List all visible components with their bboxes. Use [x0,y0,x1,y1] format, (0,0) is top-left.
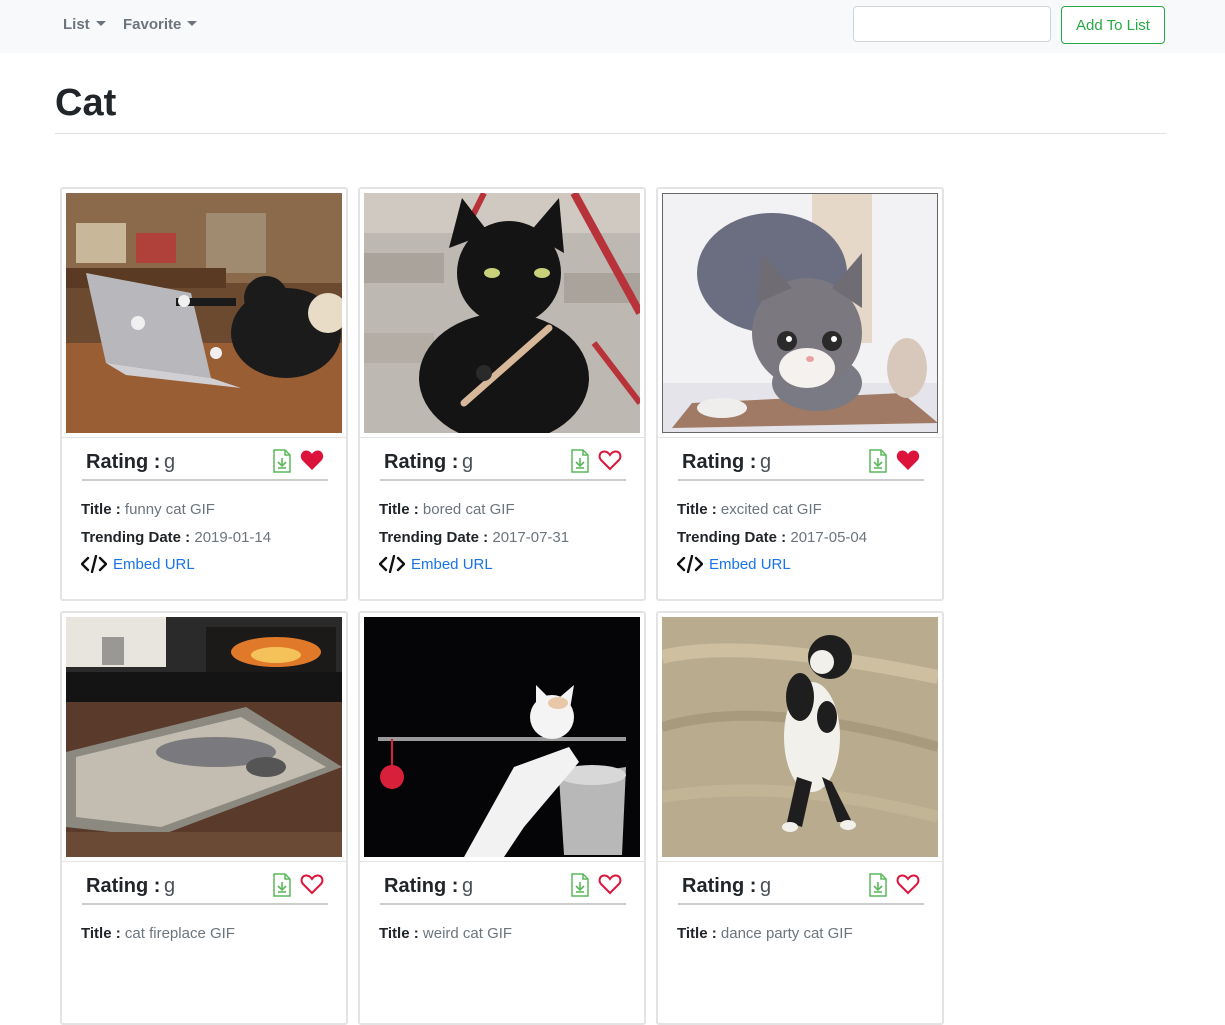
rating-label: Rating : [682,875,757,897]
gif-card: Rating : g Title : excited cat GIF Trend… [656,187,944,601]
caret-down-icon [187,21,198,26]
embed-url-link[interactable]: Embed URL [113,556,195,573]
gif-card: Rating : g Title : cat fireplace GIF [60,611,348,1025]
download-file-icon[interactable] [868,449,888,473]
rating-label: Rating : [384,875,459,897]
rating-value: g [164,875,176,897]
heart-outline-icon[interactable] [598,873,622,895]
search-input[interactable] [853,6,1051,42]
trending-date-label: Trending Date : [379,529,489,546]
title-line: Title : bored cat GIF [379,501,515,518]
code-icon [677,555,703,573]
heart-outline-icon[interactable] [896,873,920,895]
gif-card: Rating : g Title : weird cat GIF [358,611,646,1025]
title-label: Title : [379,501,419,518]
gif-image-dancing-cat[interactable] [662,617,938,857]
rating-row: Rating : g [678,447,924,481]
card-divider [360,861,644,862]
title-label: Title : [677,925,717,942]
title-value: cat fireplace GIF [124,925,235,942]
trending-date-label: Trending Date : [81,529,191,546]
rating-value: g [760,875,772,897]
gif-image-nail-file-cat[interactable] [364,193,640,433]
title-divider [55,133,1166,134]
rating-value: g [760,451,772,473]
title-line: Title : excited cat GIF [677,501,822,518]
favorite-menu-dropdown[interactable]: Favorite [123,16,198,33]
title-value: excited cat GIF [720,501,822,518]
trending-date-value: 2017-05-04 [790,529,868,546]
embed-line: Embed URL [81,555,195,573]
title-label: Title : [81,501,121,518]
rating-label: Rating : [682,451,757,473]
add-to-list-button[interactable]: Add To List [1061,6,1165,44]
embed-url-link[interactable]: Embed URL [709,556,791,573]
title-line: Title : cat fireplace GIF [81,925,235,942]
rating-value: g [462,875,474,897]
title-line: Title : dance party cat GIF [677,925,853,942]
page-title: Cat [55,82,117,124]
embed-line: Embed URL [677,555,791,573]
card-divider [658,437,942,438]
favorite-menu-label: Favorite [123,16,182,33]
rating-row: Rating : g [380,871,626,905]
gif-card: Rating : g Title : dance party cat GIF [656,611,944,1025]
embed-line: Embed URL [379,555,493,573]
code-icon [379,555,405,573]
list-menu-label: List [63,16,90,33]
caret-down-icon [95,21,106,26]
title-line: Title : weird cat GIF [379,925,512,942]
rating-label: Rating : [86,875,161,897]
heart-outline-icon[interactable] [300,873,324,895]
title-value: funny cat GIF [124,501,215,518]
title-label: Title : [677,501,717,518]
rating-row: Rating : g [82,871,328,905]
rating-row: Rating : g [82,447,328,481]
gif-image-excited-cat[interactable] [662,193,938,433]
trending-date-label: Trending Date : [677,529,787,546]
download-file-icon[interactable] [272,449,292,473]
rating-label: Rating : [384,451,459,473]
gif-image-weird-cat[interactable] [364,617,640,857]
top-navbar: List Favorite Add To List [0,0,1225,53]
card-divider [360,437,644,438]
rating-value: g [462,451,474,473]
download-file-icon[interactable] [272,873,292,897]
trending-date-value: 2017-07-31 [492,529,570,546]
list-menu-dropdown[interactable]: List [63,16,106,33]
heart-filled-icon[interactable] [896,449,920,471]
rating-label: Rating : [86,451,161,473]
rating-row: Rating : g [678,871,924,905]
download-file-icon[interactable] [570,449,590,473]
title-value: bored cat GIF [422,501,515,518]
download-file-icon[interactable] [570,873,590,897]
download-file-icon[interactable] [868,873,888,897]
trending-date-line: Trending Date : 2017-07-31 [379,529,569,546]
heart-outline-icon[interactable] [598,449,622,471]
gif-image-laptop-cat[interactable] [66,193,342,433]
card-divider [62,861,346,862]
rating-value: g [164,451,176,473]
code-icon [81,555,107,573]
heart-filled-icon[interactable] [300,449,324,471]
card-divider [658,861,942,862]
title-line: Title : funny cat GIF [81,501,215,518]
rating-row: Rating : g [380,447,626,481]
gif-card: Rating : g Title : bored cat GIF Trendin… [358,187,646,601]
title-label: Title : [379,925,419,942]
trending-date-line: Trending Date : 2019-01-14 [81,529,271,546]
trending-date-line: Trending Date : 2017-05-04 [677,529,867,546]
title-value: dance party cat GIF [720,925,853,942]
title-value: weird cat GIF [422,925,513,942]
trending-date-value: 2019-01-14 [194,529,272,546]
title-label: Title : [81,925,121,942]
gif-image-fireplace-cat[interactable] [66,617,342,857]
card-divider [62,437,346,438]
embed-url-link[interactable]: Embed URL [411,556,493,573]
gif-card: Rating : g Title : funny cat GIF Trendin… [60,187,348,601]
